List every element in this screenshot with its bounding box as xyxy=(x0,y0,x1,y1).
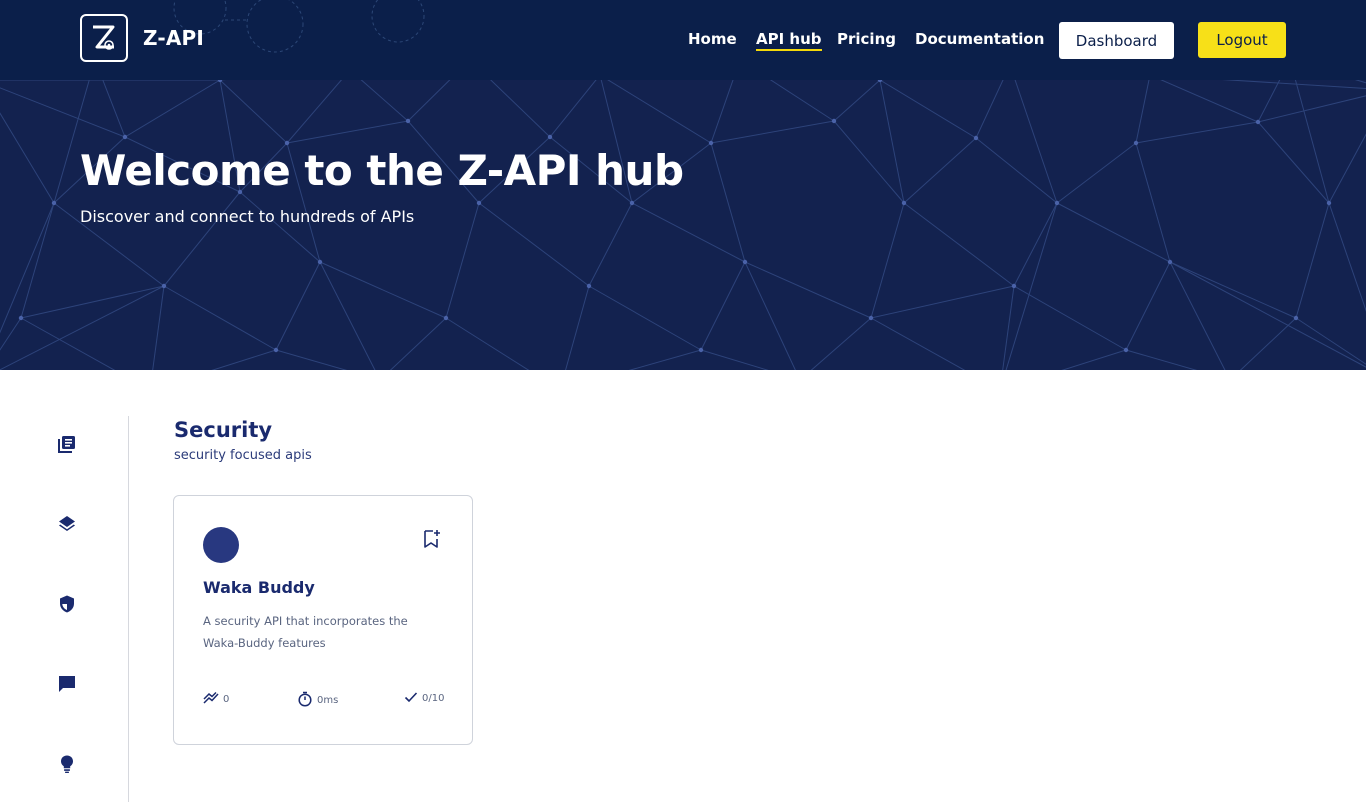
trending-icon xyxy=(203,691,219,708)
api-name[interactable]: Waka Buddy xyxy=(203,578,315,597)
logout-button[interactable]: Logout xyxy=(1198,22,1286,58)
api-description: A security API that incorporates the Wak… xyxy=(203,614,408,650)
popularity-stat: 0 xyxy=(203,691,229,708)
timer-icon xyxy=(297,691,313,710)
check-icon xyxy=(404,691,418,706)
logo-text[interactable]: Z-API xyxy=(143,26,204,50)
header-decoration xyxy=(173,0,425,53)
api-card[interactable]: Waka Buddy A security API that incorpora… xyxy=(173,495,473,745)
service-level-stat: 0/10 xyxy=(404,691,444,706)
shield-icon[interactable] xyxy=(55,592,79,616)
popularity-value: 0 xyxy=(223,694,230,705)
layers-icon[interactable] xyxy=(55,512,79,536)
logo-icon[interactable] xyxy=(80,14,128,62)
bookmark-add-icon[interactable] xyxy=(422,528,444,550)
nav-home[interactable]: Home xyxy=(688,30,737,48)
sidebar-divider xyxy=(128,416,129,802)
top-navbar: Z-API Home API hub Pricing Documentation… xyxy=(0,0,1366,80)
category-description: security focused apis xyxy=(174,448,312,463)
api-avatar xyxy=(203,527,239,563)
hero-title: Welcome to the Z-API hub xyxy=(80,146,684,195)
category-title: Security xyxy=(174,418,273,442)
latency-stat: 0ms xyxy=(297,691,338,710)
hero-subtitle: Discover and connect to hundreds of APIs xyxy=(80,207,415,226)
nav-api-hub[interactable]: API hub xyxy=(756,30,822,51)
service-level-value: 0/10 xyxy=(422,693,445,704)
latency-value: 0ms xyxy=(317,695,339,706)
nav-documentation[interactable]: Documentation xyxy=(915,30,1044,48)
nav-pricing[interactable]: Pricing xyxy=(837,30,896,48)
dashboard-button[interactable]: Dashboard xyxy=(1059,22,1174,59)
hero-banner: Welcome to the Z-API hub Discover and co… xyxy=(0,80,1366,370)
lightbulb-icon[interactable] xyxy=(55,752,79,776)
chat-icon[interactable] xyxy=(55,672,79,696)
library-icon[interactable] xyxy=(55,432,79,456)
